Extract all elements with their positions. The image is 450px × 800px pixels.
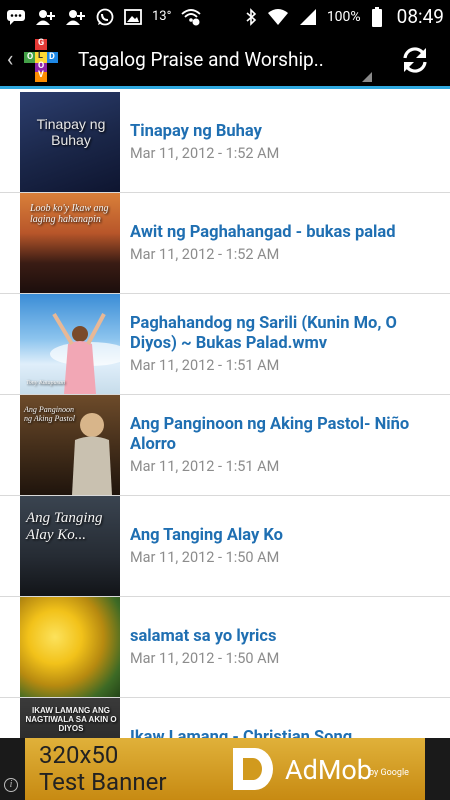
- wifi-settings-icon: [181, 8, 202, 26]
- video-thumbnail: Tinapay ng Buhay: [20, 92, 120, 192]
- ad-size-text: 320x50: [39, 741, 119, 769]
- ad-brand: AdMob: [285, 754, 372, 786]
- video-title: salamat sa yo lyrics: [130, 627, 277, 646]
- refresh-icon: [403, 46, 427, 73]
- ad-banner[interactable]: i 320x50 Test Banner AdMob by Google: [0, 738, 450, 800]
- bluetooth-icon: [245, 7, 257, 26]
- list-item[interactable]: Tinapay ng Buhay Tinapay ng Buhay Mar 11…: [0, 92, 450, 193]
- list-item[interactable]: Ang Panginoon ng Aking Pastol Ang Pangin…: [0, 395, 450, 496]
- thumbnail-caption: Ang Tanging Alay Ko...: [26, 510, 103, 543]
- app-title-dropdown[interactable]: Tagalog Praise and Worship..: [78, 32, 380, 88]
- whatsapp-icon: [96, 8, 114, 26]
- image-icon: [124, 8, 142, 25]
- video-date: Mar 11, 2012 - 1:52 AM: [130, 145, 280, 162]
- logo-letter-g: G: [38, 37, 45, 48]
- add-contact-icon: [36, 9, 56, 25]
- video-title: Paghahandog ng Sarili (Kunin Mo, O Diyos…: [130, 314, 397, 353]
- video-date: Mar 11, 2012 - 1:50 AM: [130, 549, 280, 566]
- list-item[interactable]: salamat sa yo lyrics Mar 11, 2012 - 1:50…: [0, 597, 450, 698]
- back-chevron-icon[interactable]: ‹: [2, 47, 18, 72]
- system-icons: 100% 08:49: [245, 5, 444, 28]
- thumbnail-caption: IKAW LAMANG ANG NAGTIWALA SA AKIN O DIYO…: [25, 706, 117, 733]
- video-title: Awit ng Paghahangad - bukas palad: [130, 223, 396, 242]
- video-thumbnail: Ang Tanging Alay Ko...: [20, 496, 120, 596]
- video-list[interactable]: Tinapay ng Buhay Tinapay ng Buhay Mar 11…: [0, 92, 450, 738]
- ad-by-google: by Google: [369, 768, 409, 778]
- video-thumbnail: IKAW LAMANG ANG NAGTIWALA SA AKIN O DIYO…: [20, 698, 120, 738]
- action-bar: ‹ G O D L O V E Tagalog Praise and Worsh…: [0, 33, 450, 89]
- app-title: Tagalog Praise and Worship..: [78, 48, 324, 71]
- thumbnail-caption: Tinapay ng Buhay: [36, 116, 106, 148]
- video-title: Ang Panginoon ng Aking Pastol- Niño Alor…: [130, 415, 410, 454]
- admob-logo-icon: [233, 748, 273, 790]
- signal-icon: [299, 8, 317, 26]
- battery-icon: [371, 6, 383, 27]
- logo-letter-v: V: [38, 69, 44, 80]
- chat-bubble-icon: [6, 9, 26, 25]
- wifi-icon: [267, 8, 289, 26]
- ad-creative[interactable]: 320x50 Test Banner AdMob by Google: [25, 738, 425, 800]
- video-date: Mar 11, 2012 - 1:51 AM: [130, 357, 280, 374]
- thumbnail-caption: Ang Panginoon ng Aking Pastol: [24, 405, 75, 423]
- video-title: Ikaw Lamang - Christian Song: [130, 728, 353, 738]
- app-logo[interactable]: G O D L O V E: [18, 37, 64, 83]
- list-item[interactable]: Tony Katapusan Paghahandog ng Sarili (Ku…: [0, 294, 450, 395]
- video-thumbnail: Ang Panginoon ng Aking Pastol: [20, 395, 120, 495]
- list-item[interactable]: IKAW LAMANG ANG NAGTIWALA SA AKIN O DIYO…: [0, 698, 450, 738]
- video-title: Ang Tanging Alay Ko: [130, 526, 283, 545]
- refresh-button[interactable]: [380, 32, 450, 88]
- list-item[interactable]: Loob ko'y Ikaw ang laging hahanapin Awit…: [0, 193, 450, 294]
- logo-letter-d: D: [49, 51, 55, 62]
- video-thumbnail: Tony Katapusan: [20, 294, 120, 394]
- ad-label-text: Test Banner: [39, 768, 167, 796]
- weather-temperature: 13°: [152, 9, 172, 24]
- video-title: Tinapay ng Buhay: [130, 122, 262, 141]
- video-date: Mar 11, 2012 - 1:50 AM: [130, 650, 280, 667]
- ad-info-icon[interactable]: i: [4, 778, 18, 792]
- logo-letter-l: L: [38, 50, 43, 61]
- logo-letter-e: E: [38, 45, 39, 46]
- dropdown-indicator-icon: [362, 71, 372, 82]
- video-thumbnail: [20, 597, 120, 697]
- video-thumbnail: Loob ko'y Ikaw ang laging hahanapin: [20, 193, 120, 293]
- video-date: Mar 11, 2012 - 1:52 AM: [130, 246, 280, 263]
- child-figure-illustration: [50, 312, 120, 394]
- video-date: Mar 11, 2012 - 1:51 AM: [130, 458, 280, 475]
- thumbnail-caption: Loob ko'y Ikaw ang laging hahanapin: [30, 203, 109, 225]
- clock: 08:49: [396, 5, 444, 28]
- thumbnail-caption: Tony Katapusan: [26, 380, 65, 386]
- battery-percent: 100%: [326, 8, 361, 25]
- status-bar: 13° 100% 08:49: [0, 0, 450, 33]
- list-item[interactable]: Ang Tanging Alay Ko... Ang Tanging Alay …: [0, 496, 450, 597]
- notification-icons: 13°: [6, 8, 245, 26]
- logo-letter-o: O: [27, 51, 34, 62]
- add-contact-icon-2: [66, 9, 86, 25]
